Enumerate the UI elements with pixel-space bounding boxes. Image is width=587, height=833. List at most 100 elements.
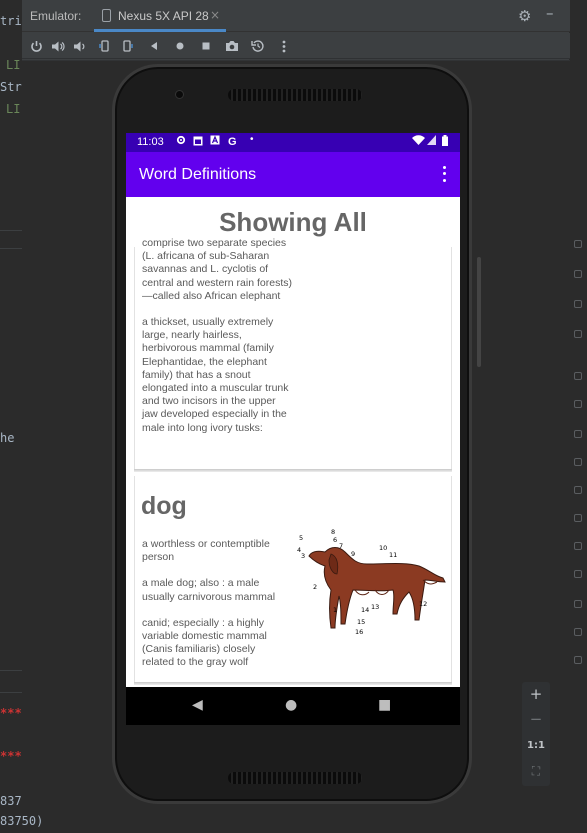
word-list[interactable]: Showing All comprise two separate specie… xyxy=(126,197,460,687)
emulator-label: Emulator: xyxy=(30,9,82,23)
wifi-icon xyxy=(412,135,425,148)
bottom-speaker xyxy=(228,772,362,784)
power-icon[interactable] xyxy=(26,36,46,56)
diagram-label: 1 xyxy=(333,606,337,614)
console-output: 83750) xyxy=(0,814,44,828)
calendar-icon xyxy=(193,135,203,149)
fold-marker[interactable] xyxy=(574,570,582,578)
app-bar: Word Definitions xyxy=(126,152,460,197)
close-icon[interactable]: × xyxy=(210,8,220,22)
fold-marker[interactable] xyxy=(574,542,582,550)
diagram-label: 10 xyxy=(379,544,387,552)
diagram-label: 11 xyxy=(389,551,397,559)
code-fragment: he xyxy=(0,431,15,445)
definition-text: canid; especially : a highly variable do… xyxy=(142,616,267,669)
card-definitions: a worthless or contemptible person a mal… xyxy=(142,538,290,683)
phone-icon xyxy=(102,9,111,22)
diagram-label: 15 xyxy=(357,618,365,626)
home-icon[interactable] xyxy=(170,36,190,56)
diagram-label: 8 xyxy=(331,528,335,536)
diagram-label: 9 xyxy=(351,550,355,558)
emulator-toolbar xyxy=(22,33,570,59)
card-divider xyxy=(134,682,452,685)
card-divider xyxy=(134,469,452,472)
diagram-label: 2 xyxy=(313,583,317,591)
nav-back-button[interactable]: ◀ xyxy=(192,697,203,713)
card-definitions: comprise two separate species (L. africa… xyxy=(142,237,292,448)
phone-screen[interactable]: 11:03 G • Word Definitions Showing All c… xyxy=(126,133,460,725)
code-fragment: Str xyxy=(0,80,22,94)
camera-icon[interactable] xyxy=(222,36,242,56)
page-title: Showing All xyxy=(219,207,367,237)
top-speaker xyxy=(228,89,362,101)
definition-text: comprise two separate species (L. africa… xyxy=(142,237,292,302)
diagram-label: 6 xyxy=(333,536,337,544)
fold-marker[interactable] xyxy=(574,430,582,438)
fold-marker[interactable] xyxy=(574,458,582,466)
fold-marker[interactable] xyxy=(574,600,582,608)
gear-icon xyxy=(176,135,186,148)
device-tab-label: Nexus 5X API 28 xyxy=(118,9,209,23)
side-button[interactable] xyxy=(477,257,481,367)
rotate-left-icon[interactable] xyxy=(94,36,114,56)
fold-marker[interactable] xyxy=(574,486,582,494)
diagram-label: 14 xyxy=(361,606,369,614)
rotate-right-icon[interactable] xyxy=(118,36,138,56)
snapshot-icon[interactable] xyxy=(248,36,268,56)
zoom-out-button[interactable]: − xyxy=(522,707,550,731)
nav-recents-button[interactable]: ■ xyxy=(378,697,391,713)
word-card[interactable]: comprise two separate species (L. africa… xyxy=(134,237,452,469)
back-icon[interactable] xyxy=(144,36,164,56)
diagram-label: 12 xyxy=(419,600,427,608)
nav-home-button[interactable]: ● xyxy=(285,697,297,713)
dog-illustration: 1 2 3 4 5 6 7 8 9 10 11 12 13 14 15 16 xyxy=(297,528,446,636)
diagram-label: 16 xyxy=(355,628,363,636)
fold-marker[interactable] xyxy=(574,656,582,664)
fold-marker[interactable] xyxy=(574,400,582,408)
diagram-label: 7 xyxy=(339,542,343,550)
code-fragment: LI xyxy=(6,58,21,72)
overview-icon[interactable] xyxy=(196,36,216,56)
navigation-bar: ◀ ● ■ xyxy=(126,687,460,725)
gutter-divider xyxy=(0,230,22,231)
fold-marker[interactable] xyxy=(574,300,582,308)
minimize-icon[interactable]: – xyxy=(546,4,554,22)
code-fragment: tri xyxy=(0,14,22,28)
fold-marker[interactable] xyxy=(574,514,582,522)
diagram-label: 13 xyxy=(371,603,379,611)
word-title: dog xyxy=(141,492,187,520)
fold-marker[interactable] xyxy=(574,330,582,338)
fold-marker[interactable] xyxy=(574,240,582,248)
emulator-tabbar: Emulator: Nexus 5X API 28 × ⚙ – xyxy=(22,0,570,32)
status-bar: 11:03 G • xyxy=(126,133,460,152)
gear-icon[interactable]: ⚙ xyxy=(518,7,531,25)
code-fragment: *** xyxy=(0,706,22,720)
overflow-menu-icon[interactable] xyxy=(440,164,448,184)
definition-text: a male dog; also : a male usually carniv… xyxy=(142,577,276,603)
fold-marker[interactable] xyxy=(574,270,582,278)
volume-up-icon[interactable] xyxy=(48,36,68,56)
divider xyxy=(22,60,570,61)
gutter-divider xyxy=(0,692,22,693)
fold-marker[interactable] xyxy=(574,372,582,380)
zoom-in-button[interactable]: + xyxy=(522,682,550,706)
word-card[interactable]: dog a worthless or contemptible person a… xyxy=(134,476,452,682)
zoom-controls: + − 1:1 ⛶ xyxy=(522,682,550,786)
more-icon[interactable] xyxy=(274,36,294,56)
front-camera xyxy=(175,90,184,99)
definition-text: a worthless or contemptible person xyxy=(142,538,270,564)
code-fragment: 837 xyxy=(0,794,22,808)
ide-bottom-strip xyxy=(0,808,587,833)
g-icon: G xyxy=(228,136,237,148)
dot-icon: • xyxy=(250,134,254,145)
diagram-label: 5 xyxy=(299,534,303,542)
fit-screen-button[interactable]: ⛶ xyxy=(522,759,550,783)
device-tab[interactable]: Nexus 5X API 28 × xyxy=(94,0,226,32)
code-fragment: *** xyxy=(0,749,22,763)
fold-marker[interactable] xyxy=(574,628,582,636)
definition-text: a thickset, usually extremely large, nea… xyxy=(142,316,289,434)
volume-down-icon[interactable] xyxy=(70,36,90,56)
status-time: 11:03 xyxy=(137,136,164,148)
code-fragment: LI xyxy=(6,102,21,116)
actual-size-button[interactable]: 1:1 xyxy=(522,733,550,757)
